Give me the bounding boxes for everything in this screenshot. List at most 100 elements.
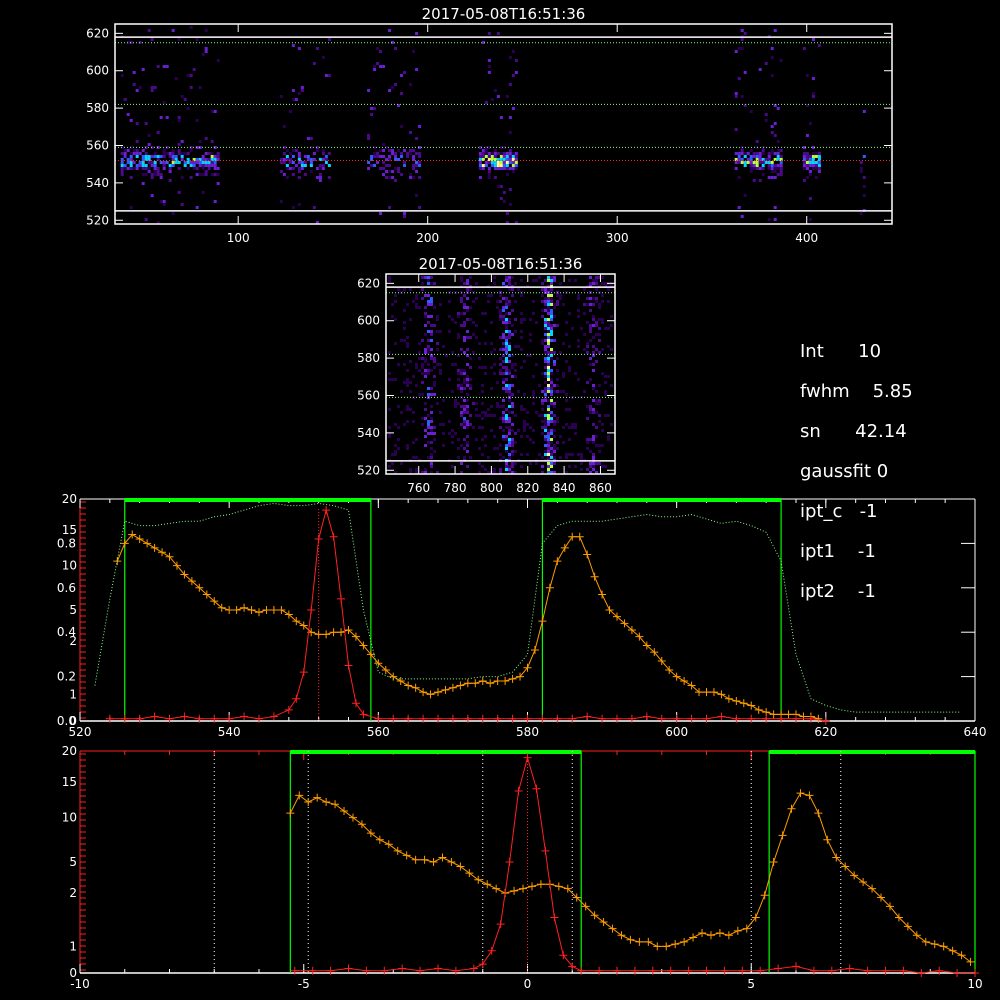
heatmap-pixel — [475, 336, 478, 339]
heatmap-pixel — [466, 444, 469, 447]
heatmap-pixel — [523, 393, 526, 396]
heatmap-pixel — [767, 167, 771, 170]
heatmap-pixel — [141, 68, 145, 71]
heatmap-pixel — [448, 432, 451, 435]
profile-offset-series-1-point — [774, 964, 783, 973]
profile-offset-series-0-point — [304, 798, 313, 807]
heatmap-pixel — [862, 194, 866, 197]
heatmap-pixel — [466, 288, 469, 291]
profile-wavelength-series-1-point — [314, 534, 323, 543]
heatmap-pixel — [737, 77, 741, 80]
heatmap-pixel — [424, 402, 427, 405]
heatmap-pixel — [475, 297, 478, 300]
heatmap-pixel — [523, 426, 526, 429]
heatmap-pixel — [544, 381, 547, 384]
heatmap-pixel — [740, 152, 744, 155]
profile-wavelength-series-0-point — [508, 674, 517, 683]
y-tick-label: 600 — [86, 64, 109, 78]
heatmap-pixel — [505, 378, 508, 381]
heatmap-pixel — [808, 161, 812, 164]
profile-offset-series-0-point — [698, 929, 707, 938]
heatmap-pixel — [481, 167, 485, 170]
heatmap-pixel — [508, 411, 511, 414]
heatmap-pixel — [297, 152, 301, 155]
heatmap-pixel — [123, 164, 127, 167]
red-y-tick-label: 10 — [62, 811, 77, 825]
heatmap-pixel — [195, 119, 199, 122]
heatmap-pixel — [135, 140, 139, 143]
heatmap-pixel — [315, 176, 319, 179]
heatmap-pixel — [487, 176, 491, 179]
heatmap-pixel — [424, 372, 427, 375]
profile-offset-series-0-point — [787, 804, 796, 813]
heatmap-pixel — [508, 155, 512, 158]
profile-wavelength-series-1-point — [717, 712, 726, 721]
heatmap-pixel — [505, 345, 508, 348]
heatmap-pixel — [490, 164, 494, 167]
heatmap-pixel — [433, 282, 436, 285]
heatmap-pixel — [279, 161, 283, 164]
heatmap-pixel — [439, 330, 442, 333]
x-tick-label: -5 — [298, 977, 310, 991]
x-tick-label: 620 — [814, 725, 837, 739]
heatmap-pixel — [514, 462, 517, 465]
heatmap-pixel — [773, 206, 777, 209]
heatmap-pixel — [388, 465, 391, 468]
heatmap-pixel — [520, 294, 523, 297]
heatmap-pixel — [559, 390, 562, 393]
heatmap-pixel — [394, 444, 397, 447]
heatmap-pixel — [601, 282, 604, 285]
heatmap-pixel — [592, 384, 595, 387]
heatmap-pixel — [153, 161, 157, 164]
heatmap-pixel — [382, 143, 386, 146]
heatmap-pixel — [565, 453, 568, 456]
heatmap-pixel — [439, 363, 442, 366]
heatmap-pixel — [802, 152, 806, 155]
profile-offset-series-1-point — [845, 964, 854, 973]
heatmap-pixel — [165, 152, 169, 155]
heatmap-pixel — [592, 279, 595, 282]
heatmap-pixel — [508, 312, 511, 315]
heatmap-pixel — [547, 294, 550, 297]
heatmap-pixel — [120, 74, 124, 77]
heatmap-pixel — [318, 179, 322, 182]
heatmap-pixel — [373, 164, 377, 167]
heatmap-pixel — [601, 348, 604, 351]
heatmap-pixel — [541, 288, 544, 291]
y-tick-label: 600 — [357, 314, 380, 328]
heatmap-pixel — [550, 438, 553, 441]
heatmap-pixel — [150, 194, 154, 197]
heatmap-pixel — [550, 420, 553, 423]
profile-offset-series-1-point — [541, 846, 550, 855]
profile-offset-series-1-point — [532, 784, 541, 793]
heatmap-pixel — [469, 456, 472, 459]
heatmap-pixel — [508, 405, 511, 408]
heatmap-pixel — [388, 29, 392, 32]
heatmap-pixel — [481, 366, 484, 369]
heatmap-pixel — [577, 339, 580, 342]
heatmap-pixel — [511, 462, 514, 465]
heatmap-pixel — [394, 378, 397, 381]
heatmap-pixel — [291, 98, 295, 101]
heatmap-pixel — [120, 167, 124, 170]
red-y-tick-label: 15 — [62, 523, 77, 537]
heatmap-pixel — [159, 200, 163, 203]
heatmap-pixel — [520, 312, 523, 315]
heatmap-pixel — [499, 363, 502, 366]
heatmap-pixel — [201, 161, 205, 164]
heatmap-pixel — [394, 423, 397, 426]
heatmap-pixel — [541, 390, 544, 393]
heatmap-pixel — [511, 384, 514, 387]
heatmap-pixel — [773, 122, 777, 125]
heatmap-pixel — [406, 408, 409, 411]
heatmap-pixel — [508, 384, 511, 387]
heatmap-pixel — [532, 312, 535, 315]
heatmap-pixel — [469, 276, 472, 279]
heatmap-pixel — [466, 375, 469, 378]
heatmap-pixel — [439, 372, 442, 375]
heatmap-pixel — [499, 197, 503, 200]
heatmap-pixel — [403, 327, 406, 330]
heatmap-pixel — [514, 300, 517, 303]
x-tick-label: 860 — [589, 481, 612, 495]
heatmap-pixel — [589, 297, 592, 300]
